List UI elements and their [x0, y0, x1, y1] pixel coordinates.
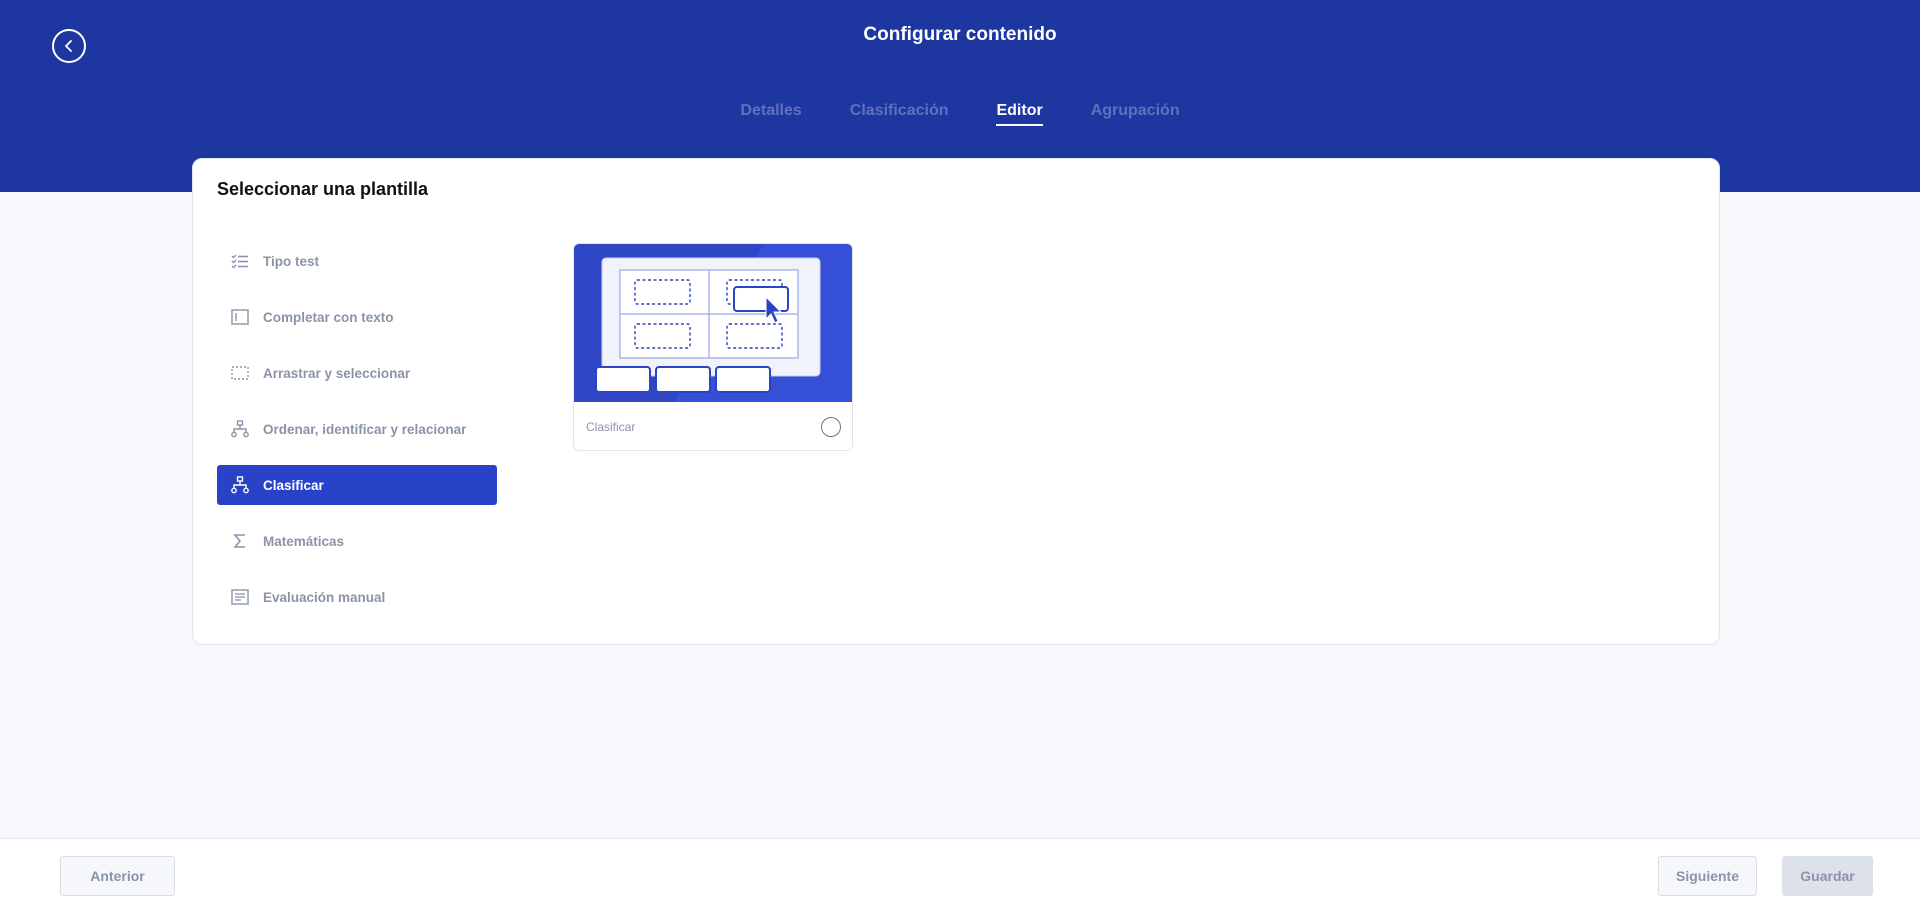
menu-item-tipo-test[interactable]: Tipo test [217, 241, 497, 281]
menu-item-arrastrar-seleccionar[interactable]: Arrastrar y seleccionar [217, 353, 497, 393]
menu-item-label: Clasificar [263, 477, 324, 493]
menu-item-label: Arrastrar y seleccionar [263, 365, 411, 381]
template-selector-card: Seleccionar una plantilla Tipo test Comp… [192, 158, 1720, 645]
page-title: Configurar contenido [863, 24, 1057, 45]
tab-detalles[interactable]: Detalles [740, 102, 801, 126]
tab-agrupacion[interactable]: Agrupación [1091, 102, 1180, 126]
template-footer: Clasificar [574, 402, 852, 450]
tab-editor[interactable]: Editor [996, 102, 1043, 126]
next-button[interactable]: Siguiente [1658, 856, 1757, 896]
hierarchy-icon [229, 418, 251, 440]
tab-clasificacion[interactable]: Clasificación [850, 102, 949, 126]
template-type-menu: Tipo test Completar con texto Arrastrar … [217, 241, 497, 633]
hierarchy-icon [229, 474, 251, 496]
tab-bar: Detalles Clasificación Editor Agrupación [0, 102, 1920, 126]
card-title: Seleccionar una plantilla [217, 179, 429, 199]
menu-item-label: Evaluación manual [263, 589, 386, 605]
text-cursor-icon [229, 306, 251, 328]
menu-item-label: Completar con texto [263, 309, 394, 325]
menu-item-clasificar[interactable]: Clasificar [217, 465, 497, 505]
menu-item-label: Ordenar, identificar y relacionar [263, 421, 467, 437]
menu-item-label: Tipo test [263, 253, 320, 269]
menu-item-matematicas[interactable]: Matemáticas [217, 521, 497, 561]
menu-item-label: Matemáticas [263, 533, 345, 549]
save-button[interactable]: Guardar [1782, 856, 1873, 896]
dashed-box-icon [229, 362, 251, 384]
document-icon [229, 586, 251, 608]
sigma-icon [229, 530, 251, 552]
template-radio[interactable] [821, 417, 841, 437]
template-option-clasificar[interactable]: Clasificar [573, 243, 853, 451]
menu-item-completar-texto[interactable]: Completar con texto [217, 297, 497, 337]
menu-item-ordenar-identificar[interactable]: Ordenar, identificar y relacionar [217, 409, 497, 449]
template-label: Clasificar [586, 420, 636, 434]
footer-bar: Anterior Siguiente Guardar [0, 838, 1920, 911]
menu-item-evaluacion-manual[interactable]: Evaluación manual [217, 577, 497, 617]
previous-button[interactable]: Anterior [60, 856, 175, 896]
classify-template-illustration [574, 244, 852, 402]
checklist-icon [229, 250, 251, 272]
